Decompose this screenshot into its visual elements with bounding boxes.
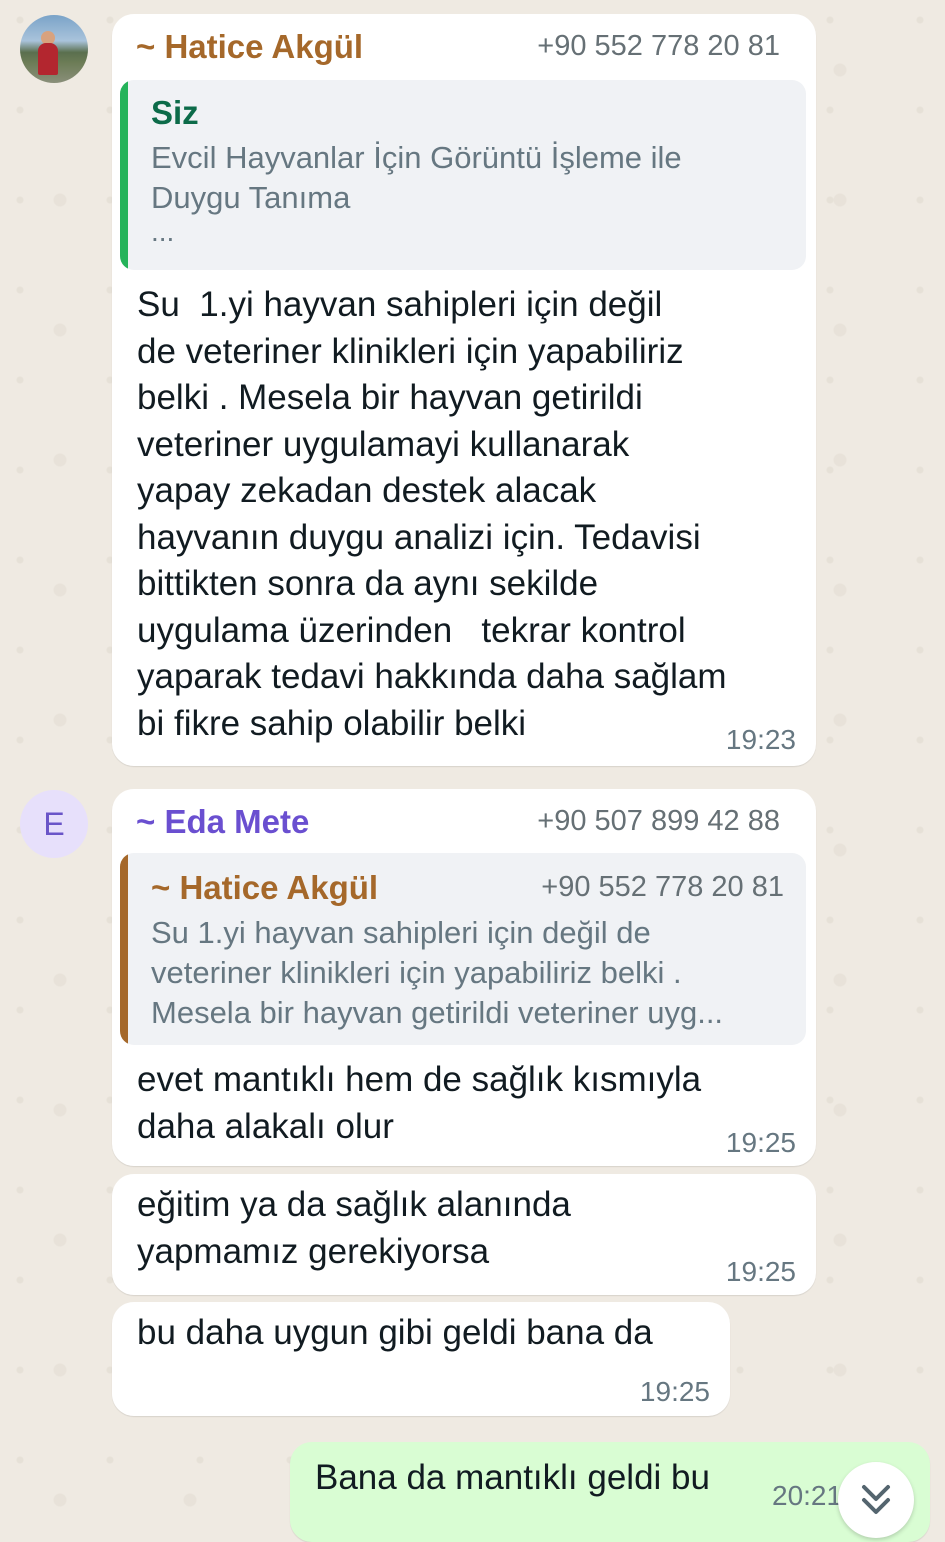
outgoing-message-bubble[interactable]: Bana da mantıklı geldi bu 20:21 (290, 1442, 930, 1542)
message-bubble[interactable]: eğitim ya da sağlık alanında yapmamız ge… (112, 1174, 816, 1295)
quote-author: Siz (151, 94, 199, 131)
message-time: 20:21 (772, 1480, 843, 1511)
quoted-message[interactable]: ~ Hatice Akgül +90 552 778 20 81 Su 1.yi… (120, 853, 806, 1045)
quote-phone: +90 552 778 20 81 (541, 871, 784, 903)
sender-name[interactable]: ~ Hatice Akgül (136, 28, 363, 66)
quote-line: Duygu Tanıma (151, 180, 351, 215)
message-bubble[interactable]: ~ Eda Mete +90 507 899 42 88 ~ Hatice Ak… (112, 789, 816, 1166)
sender-name[interactable]: ~ Eda Mete (136, 803, 309, 841)
message-text: bu daha uygun gibi geldi bana da (137, 1313, 653, 1352)
avatar-hatice[interactable] (20, 15, 88, 83)
quote-line: Su 1.yi hayvan sahipleri için değil de (151, 915, 651, 950)
quote-line: ... (151, 216, 175, 247)
double-chevron-down-icon (862, 1485, 890, 1514)
message-text: Bana da mantıklı geldi bu (315, 1458, 710, 1497)
message-text: eğitim ya da sağlık alanında yapmamız ge… (137, 1185, 571, 1271)
quote-bar (120, 853, 128, 1045)
sender-phone: +90 552 778 20 81 (537, 30, 780, 62)
quote-bar (120, 80, 128, 270)
sender-phone: +90 507 899 42 88 (537, 805, 780, 837)
quote-line: Evcil Hayvanlar İçin Görüntü İşleme ile (151, 140, 682, 175)
quote-line: veteriner klinikleri için yapabiliriz be… (151, 955, 682, 990)
message-text: evet mantıklı hem de sağlık kısmıyla dah… (137, 1060, 702, 1146)
quote-author: ~ Hatice Akgül (151, 869, 379, 906)
message-time: 19:25 (725, 1127, 796, 1158)
message-time: 19:25 (639, 1376, 710, 1407)
message-time: 19:23 (725, 724, 796, 755)
message-text: Su 1.yi hayvan sahipleri için değil de v… (137, 285, 727, 743)
scroll-to-bottom-button[interactable] (838, 1462, 914, 1538)
avatar-eda[interactable]: E (20, 790, 88, 858)
message-bubble[interactable]: ~ Hatice Akgül +90 552 778 20 81 Siz Evc… (112, 14, 816, 766)
quote-line: Mesela bir hayvan getirildi veteriner uy… (151, 995, 724, 1030)
message-time: 19:25 (725, 1256, 796, 1287)
message-bubble[interactable]: bu daha uygun gibi geldi bana da 19:25 (112, 1302, 730, 1416)
quoted-message[interactable]: Siz Evcil Hayvanlar İçin Görüntü İşleme … (120, 80, 806, 270)
